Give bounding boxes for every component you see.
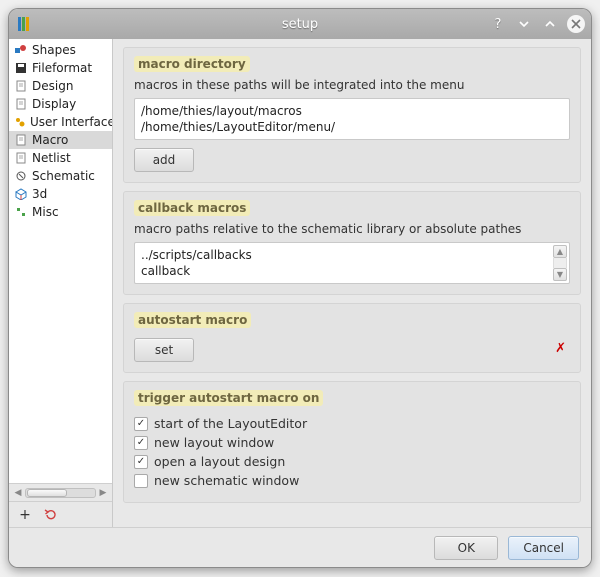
sidebar-toolbar: +: [9, 501, 112, 527]
group-callback-macros: callback macros macro paths relative to …: [123, 191, 581, 295]
group-macro-directory: macro directory macros in these paths wi…: [123, 47, 581, 183]
misc-icon: [14, 205, 28, 219]
list-vscroll[interactable]: ▲ ▼: [553, 245, 567, 281]
sidebar-item-3d[interactable]: 3d: [9, 185, 112, 203]
group-title: callback macros: [134, 200, 250, 216]
doc-icon: [14, 97, 28, 111]
callback-macros-list[interactable]: ../scripts/callbackscallback ▲ ▼: [134, 242, 570, 284]
trigger-option[interactable]: start of the LayoutEditor: [134, 416, 570, 431]
sidebar-item-label: Macro: [32, 133, 68, 147]
clear-autostart-icon[interactable]: ✗: [555, 341, 570, 356]
sidebar-item-label: Design: [32, 79, 73, 93]
close-icon[interactable]: [567, 15, 585, 33]
trigger-option[interactable]: new schematic window: [134, 473, 570, 488]
checkbox-icon[interactable]: [134, 417, 148, 431]
sidebar-item-design[interactable]: Design: [9, 77, 112, 95]
macro-directory-list[interactable]: /home/thies/layout/macros/home/thies/Lay…: [134, 98, 570, 140]
list-item[interactable]: ../scripts/callbacks: [141, 247, 551, 263]
cancel-button[interactable]: Cancel: [508, 536, 579, 560]
scroll-down-icon[interactable]: ▼: [553, 268, 567, 281]
checkbox-label: open a layout design: [154, 454, 285, 469]
checkbox-icon[interactable]: [134, 436, 148, 450]
sidebar-item-label: Netlist: [32, 151, 71, 165]
trigger-option[interactable]: open a layout design: [134, 454, 570, 469]
sidebar-item-label: Display: [32, 97, 76, 111]
sidebar-item-label: Schematic: [32, 169, 95, 183]
ui-icon: [14, 115, 26, 129]
minimize-icon[interactable]: [515, 15, 533, 33]
doc-icon: [14, 151, 28, 165]
scroll-up-icon[interactable]: ▲: [553, 245, 567, 258]
reset-icon[interactable]: [43, 507, 59, 523]
doc-icon: [14, 79, 28, 93]
sidebar-item-label: Shapes: [32, 43, 76, 57]
checkbox-icon[interactable]: [134, 455, 148, 469]
doc-icon: [14, 133, 28, 147]
setup-dialog: setup ? Shapes Fileformat Design Display Use…: [8, 8, 592, 568]
schem-icon: [14, 169, 28, 183]
help-icon[interactable]: ?: [489, 15, 507, 33]
sidebar-item-label: Misc: [32, 205, 59, 219]
disk-icon: [14, 61, 28, 75]
sidebar-item-display[interactable]: Display: [9, 95, 112, 113]
3d-icon: [14, 187, 28, 201]
sidebar-item-shapes[interactable]: Shapes: [9, 41, 112, 59]
group-trigger-autostart: trigger autostart macro on start of the …: [123, 381, 581, 503]
ok-button[interactable]: OK: [434, 536, 498, 560]
app-icon: [15, 15, 33, 33]
category-list: Shapes Fileformat Design Display User Interf…: [9, 39, 112, 483]
dialog-footer: OK Cancel: [9, 527, 591, 567]
settings-pane: macro directory macros in these paths wi…: [113, 39, 591, 527]
sidebar-item-label: Fileformat: [32, 61, 92, 75]
window-buttons: ?: [489, 15, 585, 33]
maximize-icon[interactable]: [541, 15, 559, 33]
category-sidebar: Shapes Fileformat Design Display User Interf…: [9, 39, 113, 527]
scroll-track[interactable]: [25, 488, 96, 498]
sidebar-item-schematic[interactable]: Schematic: [9, 167, 112, 185]
titlebar[interactable]: setup ?: [9, 9, 591, 39]
group-description: macro paths relative to the schematic li…: [134, 222, 570, 236]
group-title: trigger autostart macro on: [134, 390, 323, 406]
sidebar-item-label: 3d: [32, 187, 47, 201]
checkbox-label: start of the LayoutEditor: [154, 416, 307, 431]
group-description: macros in these paths will be integrated…: [134, 78, 570, 92]
group-title: macro directory: [134, 56, 250, 72]
scroll-right-icon[interactable]: ▶: [96, 486, 110, 500]
checkbox-label: new schematic window: [154, 473, 299, 488]
scroll-left-icon[interactable]: ◀: [11, 486, 25, 500]
sidebar-hscroll[interactable]: ◀ ▶: [9, 483, 112, 501]
sidebar-item-fileformat[interactable]: Fileformat: [9, 59, 112, 77]
group-autostart-macro: autostart macro set ✗: [123, 303, 581, 373]
group-title: autostart macro: [134, 312, 251, 328]
list-item[interactable]: /home/thies/LayoutEditor/menu/: [141, 119, 563, 135]
add-button[interactable]: add: [134, 148, 194, 172]
set-button[interactable]: set: [134, 338, 194, 362]
sidebar-item-misc[interactable]: Misc: [9, 203, 112, 221]
checkbox-icon[interactable]: [134, 474, 148, 488]
list-item[interactable]: callback: [141, 263, 551, 279]
checkbox-label: new layout window: [154, 435, 274, 450]
list-item[interactable]: /home/thies/layout/macros: [141, 103, 563, 119]
shapes-icon: [14, 43, 28, 57]
sidebar-item-label: User Interface: [30, 115, 112, 129]
plus-icon[interactable]: +: [17, 507, 33, 523]
trigger-option[interactable]: new layout window: [134, 435, 570, 450]
sidebar-item-user-interface[interactable]: User Interface: [9, 113, 112, 131]
sidebar-item-macro[interactable]: Macro: [9, 131, 112, 149]
sidebar-item-netlist[interactable]: Netlist: [9, 149, 112, 167]
scroll-thumb[interactable]: [27, 489, 67, 497]
